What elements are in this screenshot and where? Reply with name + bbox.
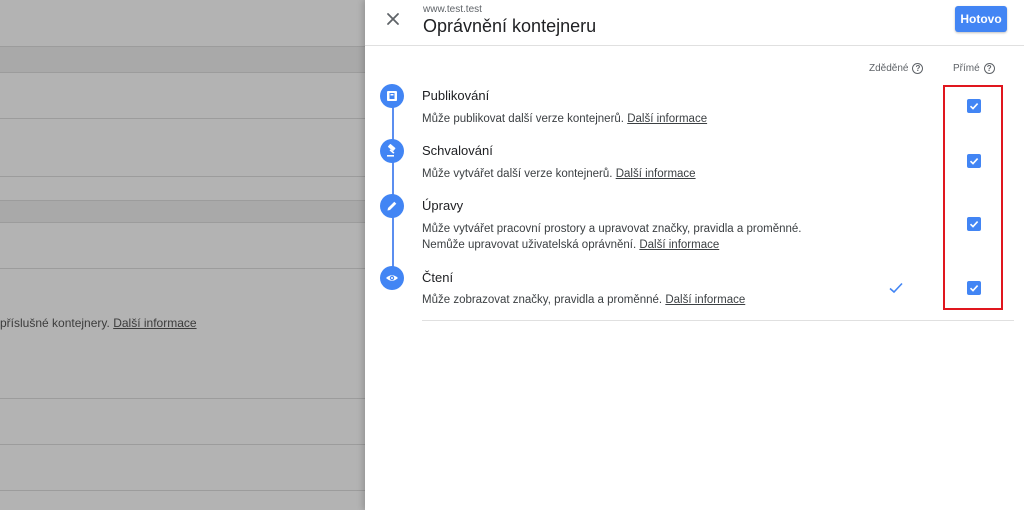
- highlight-box: [943, 85, 1003, 310]
- learn-more-link[interactable]: Další informace: [616, 168, 696, 180]
- learn-more-link[interactable]: Další informace: [627, 113, 707, 125]
- background-divider: [0, 444, 365, 445]
- permission-timeline: [392, 96, 394, 278]
- background-divider: [0, 200, 365, 201]
- permission-title: Úpravy: [422, 198, 464, 213]
- publish-icon: [380, 84, 404, 108]
- permission-title: Čtení: [422, 270, 454, 285]
- permission-description-text: Může vytvářet další verze kontejnerů.: [422, 168, 613, 180]
- learn-more-link[interactable]: Další informace: [665, 294, 745, 306]
- column-label-inherited: Zděděné: [869, 63, 909, 74]
- close-button[interactable]: [383, 9, 403, 29]
- close-icon: [387, 13, 399, 25]
- permission-description: Může vytvářet další verze kontejnerů. Da…: [422, 166, 842, 182]
- permission-description-text: Může publikovat další verze kontejnerů.: [422, 113, 624, 125]
- column-header-inherited: Zděděné ?: [869, 63, 924, 74]
- background-text: příslušné kontejnery. Další informace: [0, 316, 197, 330]
- background-divider: [0, 398, 365, 399]
- permission-title: Publikování: [422, 88, 490, 103]
- help-icon[interactable]: ?: [912, 63, 924, 74]
- background-divider: [0, 176, 365, 177]
- pencil-icon: [380, 194, 404, 218]
- permission-description-text: Může zobrazovat značky, pravidla a promě…: [422, 294, 663, 306]
- permission-description: Může publikovat další verze kontejnerů. …: [422, 111, 842, 127]
- background-band: [0, 200, 365, 222]
- background-page: příslušné kontejnery. Další informace: [0, 0, 365, 510]
- inherited-checkmark-icon: [888, 280, 904, 296]
- gavel-icon: [380, 139, 404, 163]
- panel-header: www.test.test Oprávnění kontejneru Hotov…: [365, 0, 1024, 46]
- eye-icon: [380, 266, 404, 290]
- permission-title: Schvalování: [422, 143, 493, 158]
- background-divider: [0, 118, 365, 119]
- permission-description: Může zobrazovat značky, pravidla a promě…: [422, 292, 842, 308]
- background-text-content: příslušné kontejnery.: [0, 316, 110, 330]
- section-divider: [422, 320, 1014, 321]
- permission-description-text: Může vytvářet pracovní prostory a upravo…: [422, 223, 802, 251]
- background-divider: [0, 222, 365, 223]
- done-button[interactable]: Hotovo: [955, 6, 1007, 32]
- column-header-direct: Přímé ?: [953, 63, 995, 74]
- learn-more-link[interactable]: Další informace: [639, 239, 719, 251]
- column-label-direct: Přímé: [953, 63, 980, 74]
- background-divider: [0, 490, 365, 491]
- background-divider: [0, 268, 365, 269]
- panel-title: Oprávnění kontejneru: [423, 16, 597, 36]
- container-permissions-panel: www.test.test Oprávnění kontejneru Hotov…: [365, 0, 1024, 510]
- permission-description: Může vytvářet pracovní prostory a upravo…: [422, 221, 842, 253]
- background-divider: [0, 46, 365, 47]
- background-band: [0, 46, 365, 72]
- container-url: www.test.test: [423, 4, 482, 15]
- background-learn-more-link[interactable]: Další informace: [113, 316, 196, 330]
- background-divider: [0, 72, 365, 73]
- help-icon[interactable]: ?: [983, 63, 995, 74]
